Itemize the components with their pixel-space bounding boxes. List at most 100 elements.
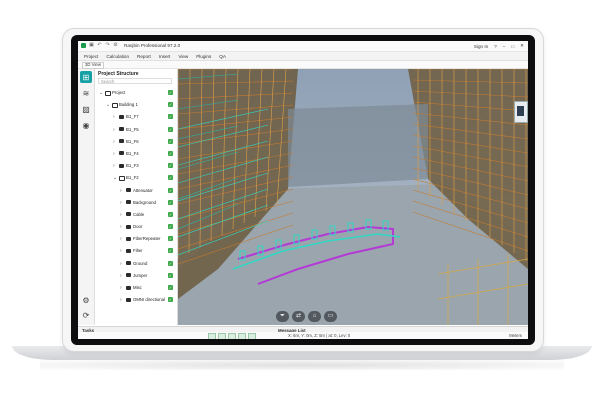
chevron-right-icon[interactable]: › xyxy=(120,297,122,303)
visibility-checkbox[interactable]: ✓ xyxy=(168,285,173,290)
chevron-down-icon[interactable]: ⌄ xyxy=(99,90,103,96)
chevron-right-icon[interactable]: › xyxy=(113,127,115,133)
chevron-right-icon[interactable]: › xyxy=(120,224,122,230)
chevron-right-icon[interactable]: › xyxy=(113,139,115,145)
visibility-checkbox[interactable]: ✓ xyxy=(168,199,173,205)
3d-viewport[interactable] xyxy=(178,69,528,325)
tree-item-label: Door xyxy=(133,224,143,230)
chevron-right-icon[interactable]: › xyxy=(120,261,122,267)
undo-icon[interactable]: ↶ xyxy=(97,43,102,48)
filter-icon[interactable]: ⏷ xyxy=(276,311,289,322)
folder-icon xyxy=(119,151,124,156)
chevron-right-icon[interactable]: › xyxy=(120,188,122,194)
visibility-checkbox[interactable]: ✓ xyxy=(168,126,173,132)
snap-toggle[interactable] xyxy=(218,333,226,339)
tree-item-label: Attenuator xyxy=(133,187,153,193)
tree-item[interactable]: › B1_F5 ✓ xyxy=(95,124,177,136)
visibility-checkbox[interactable]: ✓ xyxy=(168,138,173,144)
close-icon[interactable]: ✕ xyxy=(520,43,524,49)
left-icon-rail: ⊞ ≋ ▨ ◉ ⚙ ⟳ xyxy=(78,69,95,325)
chevron-right-icon[interactable]: › xyxy=(120,248,122,254)
chevron-right-icon[interactable]: › xyxy=(120,285,122,291)
tree-item[interactable]: › B1_F4 ✓ xyxy=(95,148,177,160)
navigation-cube[interactable] xyxy=(514,101,528,123)
snap-toggle[interactable] xyxy=(208,333,216,339)
tree-item[interactable]: › OMNI directional ✓ xyxy=(95,294,177,306)
menu-report[interactable]: Report xyxy=(137,54,151,59)
visibility-checkbox[interactable]: ✓ xyxy=(168,163,173,169)
snap-toggle[interactable] xyxy=(248,333,256,339)
menu-project[interactable]: Project xyxy=(84,54,98,59)
visibility-checkbox[interactable]: ✓ xyxy=(168,297,173,303)
sign-in-link[interactable]: Sign In xyxy=(474,44,488,49)
project-structure-icon[interactable]: ⊞ xyxy=(80,71,92,83)
visibility-checkbox[interactable]: ✓ xyxy=(168,114,173,120)
settings-small-icon[interactable]: ⚙ xyxy=(113,43,118,48)
chevron-right-icon[interactable]: › xyxy=(113,151,115,157)
tree-item[interactable]: › Misc ✓ xyxy=(95,282,177,294)
menu-insert[interactable]: Insert xyxy=(159,54,171,59)
chevron-right-icon[interactable]: › xyxy=(120,273,122,279)
units-label: Meters xyxy=(509,333,522,338)
tree-item[interactable]: › Background ✓ xyxy=(95,197,177,209)
visibility-checkbox[interactable]: ✓ xyxy=(168,224,173,230)
home-icon[interactable]: ⌂ xyxy=(308,311,321,322)
chevron-down-icon[interactable]: ⌄ xyxy=(106,102,110,108)
visibility-checkbox[interactable]: ✓ xyxy=(168,90,173,95)
swap-icon[interactable]: ⇄ xyxy=(292,311,305,322)
layers-icon[interactable]: ≋ xyxy=(80,87,92,99)
tree-item[interactable]: › Cable ✓ xyxy=(95,209,177,221)
chevron-right-icon[interactable]: › xyxy=(120,236,122,242)
tree-item[interactable]: › B1_F7 ✓ xyxy=(95,111,177,123)
menu-calculation[interactable]: Calculation xyxy=(106,54,129,59)
tree-item[interactable]: › Jumper ✓ xyxy=(95,270,177,282)
search-input[interactable]: Search xyxy=(98,78,172,84)
tree-item[interactable]: › Ground ✓ xyxy=(95,258,177,270)
visibility-checkbox[interactable]: ✓ xyxy=(168,248,173,254)
panel-title: Project Structure xyxy=(98,71,139,77)
visibility-checkbox[interactable]: ✓ xyxy=(168,260,173,266)
save-icon[interactable]: ▣ xyxy=(89,43,94,48)
menu-plugins[interactable]: Plugins xyxy=(196,54,211,59)
visibility-checkbox[interactable]: ✓ xyxy=(168,102,173,108)
sync-icon[interactable]: ⟳ xyxy=(80,309,92,321)
snap-toggle[interactable] xyxy=(228,333,236,339)
folder-icon xyxy=(126,224,131,229)
visibility-checkbox[interactable]: ✓ xyxy=(168,150,173,156)
tree-item[interactable]: ⌄ B1_F2 ✓ xyxy=(95,172,177,184)
chevron-right-icon[interactable]: › xyxy=(120,212,122,218)
tree-item[interactable]: › B1_F6 ✓ xyxy=(95,136,177,148)
tree-item-label: Ground xyxy=(133,260,148,266)
visibility-checkbox[interactable]: ✓ xyxy=(168,236,173,242)
redo-icon[interactable]: ↷ xyxy=(105,43,110,48)
chevron-right-icon[interactable]: › xyxy=(113,114,115,120)
hatch-icon[interactable]: ▨ xyxy=(80,103,92,115)
tree-item[interactable]: › Attenuator ✓ xyxy=(95,185,177,197)
toolbar: 3D View xyxy=(78,61,528,69)
menu-qa[interactable]: QA xyxy=(219,54,226,59)
view-mode-select[interactable]: 3D View xyxy=(82,62,104,69)
chevron-right-icon[interactable]: › xyxy=(120,200,122,206)
minimize-icon[interactable]: – xyxy=(503,44,506,49)
help-button[interactable]: ? xyxy=(494,44,497,49)
maximize-icon[interactable]: □ xyxy=(511,44,514,49)
visibility-checkbox[interactable]: ✓ xyxy=(168,272,173,278)
title-bar: ▣ ↶ ↷ ⚙ Ranjbin Professional 97.2.0 Sign… xyxy=(78,41,528,52)
tree-item[interactable]: › FiberRepeater ✓ xyxy=(95,233,177,245)
chevron-right-icon[interactable]: › xyxy=(113,163,115,169)
visibility-checkbox[interactable]: ✓ xyxy=(168,187,173,193)
tree-item-label: B1_F5 xyxy=(126,126,139,132)
tree-item[interactable]: ⌄ Building 1 ✓ xyxy=(95,99,177,111)
tree-item[interactable]: › Filter ✓ xyxy=(95,245,177,257)
tree-item[interactable]: › Door ✓ xyxy=(95,221,177,233)
visibility-checkbox[interactable]: ✓ xyxy=(168,211,173,217)
screen-icon[interactable]: ▭ xyxy=(324,311,337,322)
tree-item[interactable]: › B1_F3 ✓ xyxy=(95,160,177,172)
tree-item[interactable]: ⌄ Project ✓ xyxy=(95,87,177,99)
snap-toggle[interactable] xyxy=(238,333,246,339)
settings-icon[interactable]: ⚙ xyxy=(80,294,92,306)
antenna-icon[interactable]: ◉ xyxy=(80,119,92,131)
chevron-down-icon[interactable]: ⌄ xyxy=(113,175,117,181)
visibility-checkbox[interactable]: ✓ xyxy=(168,175,173,181)
menu-view[interactable]: View xyxy=(178,54,188,59)
